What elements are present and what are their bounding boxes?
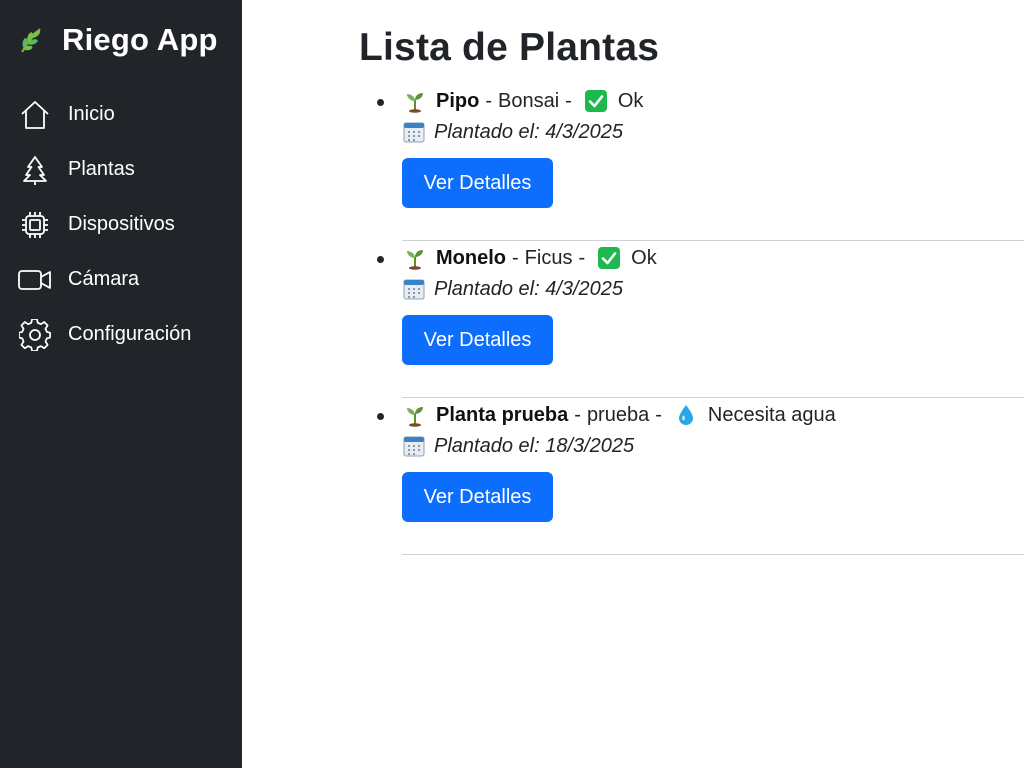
calendar-icon: [402, 277, 426, 301]
plant-summary: Monelo - Ficus - Ok: [402, 243, 1024, 273]
planted-date: Plantado el: 4/3/2025: [434, 120, 624, 143]
sidebar-item-label: Configuración: [68, 323, 192, 345]
separator: -: [655, 403, 662, 426]
sidebar: Riego App Inicio Plantas Dispositivos Cá…: [0, 0, 242, 768]
calendar-icon: [402, 434, 426, 458]
brand[interactable]: Riego App: [0, 0, 242, 80]
plant-summary: Planta prueba - prueba - Necesita agua: [402, 400, 1024, 430]
plant-status: Ok: [631, 246, 657, 269]
plant-species: Ficus: [524, 246, 573, 269]
sidebar-nav: Inicio Plantas Dispositivos Cámara Confi…: [0, 87, 242, 362]
plant-summary: Pipo - Bonsai - Ok: [402, 86, 1024, 116]
cpu-chip-icon: [18, 208, 52, 242]
seedling-icon: [402, 88, 428, 114]
house-icon: [18, 98, 52, 132]
sidebar-item-dispositivos[interactable]: Dispositivos: [0, 197, 242, 252]
planted-date-row: Plantado el: 18/3/2025: [402, 430, 1024, 462]
gear-icon: [18, 318, 52, 352]
tree-icon: [18, 153, 52, 187]
plant-list: Pipo - Bonsai - Ok Plantado el: 4/3/2025…: [377, 84, 1024, 555]
plant-name: Pipo: [436, 89, 480, 112]
app-title: Riego App: [62, 22, 218, 57]
ver-detalles-button[interactable]: Ver Detalles: [402, 472, 553, 522]
list-bullet: [377, 99, 384, 106]
separator: -: [565, 89, 572, 112]
seedling-icon: [402, 245, 428, 271]
water-drop-icon: [674, 403, 698, 427]
app-root: Riego App Inicio Plantas Dispositivos Cá…: [0, 0, 1024, 768]
planted-date-row: Plantado el: 4/3/2025: [402, 273, 1024, 305]
ver-detalles-button[interactable]: Ver Detalles: [402, 315, 553, 365]
sidebar-item-label: Cámara: [68, 268, 140, 290]
check-mark-icon: [584, 89, 608, 113]
sidebar-item-plantas[interactable]: Plantas: [0, 142, 242, 197]
list-item: Monelo - Ficus - Ok Plantado el: 4/3/202…: [377, 241, 1024, 398]
list-item: Pipo - Bonsai - Ok Plantado el: 4/3/2025…: [377, 84, 1024, 241]
sidebar-item-label: Dispositivos: [68, 213, 175, 235]
seedling-icon: [402, 402, 428, 428]
planted-date: Plantado el: 4/3/2025: [434, 277, 624, 300]
list-item: Planta prueba - prueba - Necesita agua P…: [377, 398, 1024, 555]
leaf-icon: [16, 25, 46, 55]
ver-detalles-button[interactable]: Ver Detalles: [402, 158, 553, 208]
sidebar-item-inicio[interactable]: Inicio: [0, 87, 242, 142]
sidebar-item-camara[interactable]: Cámara: [0, 252, 242, 307]
list-bullet: [377, 256, 384, 263]
planted-date-row: Plantado el: 4/3/2025: [402, 116, 1024, 148]
planted-date: Plantado el: 18/3/2025: [434, 434, 635, 457]
separator: -: [485, 89, 493, 112]
plant-status: Necesita agua: [707, 403, 836, 426]
list-bullet: [377, 413, 384, 420]
main-content: Lista de Plantas Pipo - Bonsai - Ok Plan…: [242, 0, 1024, 768]
plant-name: Planta prueba: [436, 403, 569, 426]
separator: -: [574, 403, 581, 426]
sidebar-item-label: Plantas: [68, 158, 135, 180]
sidebar-item-configuracion[interactable]: Configuración: [0, 307, 242, 362]
plant-species: Bonsai: [498, 89, 560, 112]
plant-status: Ok: [617, 89, 644, 112]
separator: -: [578, 246, 586, 269]
separator: -: [512, 246, 519, 269]
check-mark-icon: [597, 246, 621, 270]
plant-species: prueba: [586, 403, 650, 426]
plant-name: Monelo: [436, 246, 506, 269]
calendar-icon: [402, 120, 426, 144]
sidebar-item-label: Inicio: [68, 103, 115, 125]
page-title: Lista de Plantas: [359, 26, 660, 69]
video-camera-icon: [18, 263, 52, 297]
